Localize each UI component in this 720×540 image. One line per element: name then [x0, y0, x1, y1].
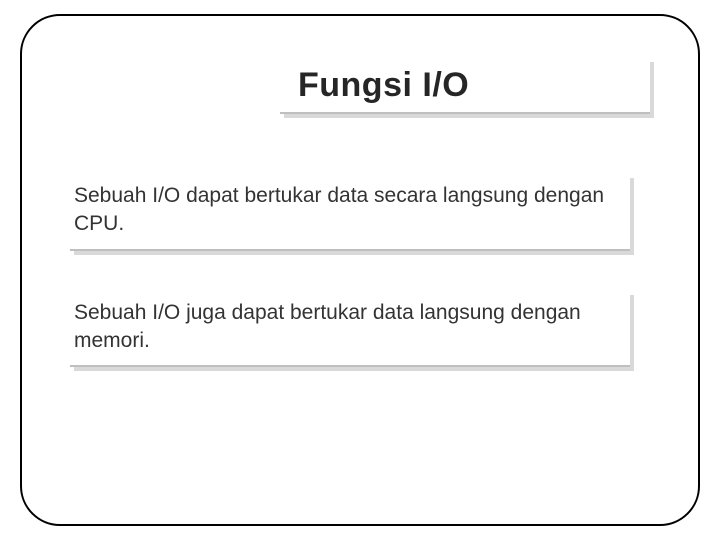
paragraph-text: Sebuah I/O juga dapat bertukar data lang…: [74, 301, 581, 352]
slide-frame: Fungsi I/O Sebuah I/O dapat bertukar dat…: [20, 14, 700, 526]
title-front: Fungsi I/O: [280, 58, 650, 114]
paragraph-text: Sebuah I/O dapat bertukar data secara la…: [74, 184, 604, 235]
paragraph-front: Sebuah I/O juga dapat bertukar data lang…: [70, 291, 630, 368]
paragraph-block: Sebuah I/O juga dapat bertukar data lang…: [70, 291, 630, 368]
slide-title: Fungsi I/O: [298, 66, 469, 105]
paragraph-block: Sebuah I/O dapat bertukar data secara la…: [70, 174, 630, 251]
title-block: Fungsi I/O: [280, 58, 650, 114]
paragraph-front: Sebuah I/O dapat bertukar data secara la…: [70, 174, 630, 251]
